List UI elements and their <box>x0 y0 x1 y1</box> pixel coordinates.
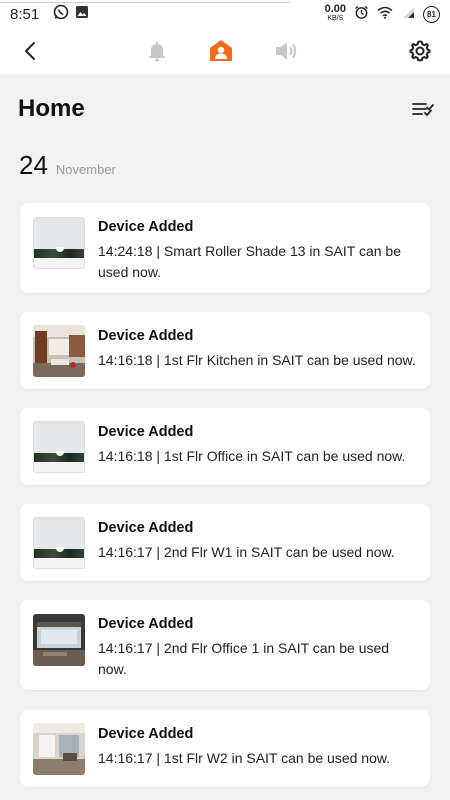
edit-list-button[interactable] <box>410 98 436 122</box>
alarm-icon <box>354 5 369 24</box>
room-photo-thumbnail <box>33 723 85 775</box>
back-icon <box>25 42 35 60</box>
notification-title: Device Added <box>98 219 194 235</box>
office-photo-thumbnail <box>33 614 85 666</box>
notification-message: 14:16:17 | 2nd Flr W1 in SAIT can be use… <box>98 544 395 560</box>
battery-level: 81 <box>427 9 436 19</box>
tab-notifications[interactable] <box>142 36 172 66</box>
network-speed: 0.00 KB/S <box>324 3 346 23</box>
notification-card[interactable]: Device Added 14:16:18 | 1st Flr Office i… <box>20 408 430 485</box>
notification-card[interactable]: Device Added 14:16:17 | 2nd Flr Office 1… <box>20 600 430 690</box>
notification-message: 14:16:18 | 1st Flr Office in SAIT can be… <box>98 448 406 464</box>
notification-message: 14:16:18 | 1st Flr Kitchen in SAIT can b… <box>98 352 416 368</box>
notification-card[interactable]: Device Added 14:16:18 | 1st Flr Kitchen … <box>20 312 430 389</box>
kitchen-photo-thumbnail <box>33 325 85 377</box>
page-title: Home <box>18 95 85 122</box>
status-time: 8:51 <box>10 5 40 23</box>
notification-message: 14:16:17 | 2nd Flr Office 1 in SAIT can … <box>98 640 390 677</box>
back-button[interactable] <box>16 36 46 66</box>
status-bar: 8:51 0.00 KB/S 81 <box>0 0 450 28</box>
notification-message: 14:24:18 | Smart Roller Shade 13 in SAIT… <box>98 243 402 280</box>
notification-title: Device Added <box>98 616 194 632</box>
date-day: 24 <box>19 150 48 180</box>
notification-title: Device Added <box>98 424 194 440</box>
roller-shade-thumbnail <box>33 217 85 269</box>
image-icon <box>75 5 89 23</box>
wifi-icon <box>377 6 393 23</box>
battery-icon: 81 <box>423 5 440 23</box>
speaker-icon <box>276 42 297 60</box>
notification-message: 14:16:17 | 1st Flr W2 in SAIT can be use… <box>98 750 391 766</box>
tab-home-activity[interactable] <box>206 36 236 66</box>
roller-shade-thumbnail <box>33 517 85 569</box>
notification-title: Device Added <box>98 328 194 344</box>
bell-icon <box>149 41 165 62</box>
signal-icon <box>401 6 415 23</box>
tab-sound[interactable] <box>271 36 301 66</box>
checklist-icon <box>412 103 434 117</box>
settings-button[interactable] <box>405 36 435 66</box>
gear-icon <box>409 40 431 62</box>
roller-shade-thumbnail <box>33 421 85 473</box>
notification-card[interactable]: Device Added 14:16:17 | 2nd Flr W1 in SA… <box>20 504 430 581</box>
date-header: 24 November <box>19 150 116 181</box>
status-divider <box>0 2 290 3</box>
notification-title: Device Added <box>98 726 194 742</box>
notification-card[interactable]: Device Added 14:16:17 | 1st Flr W2 in SA… <box>20 710 430 787</box>
date-month: November <box>55 162 116 177</box>
person-home-icon <box>210 40 232 61</box>
whatsapp-icon <box>53 4 69 24</box>
app-bar <box>0 28 450 74</box>
notification-card[interactable]: Device Added 14:24:18 | Smart Roller Sha… <box>20 203 430 293</box>
notification-title: Device Added <box>98 520 194 536</box>
